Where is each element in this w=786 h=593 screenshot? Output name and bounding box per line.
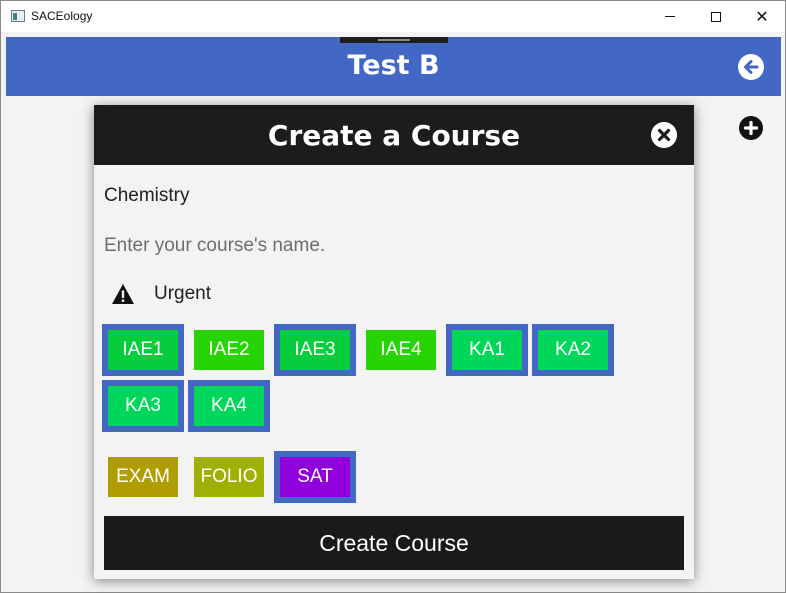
tag-iae3[interactable]: IAE3 bbox=[274, 324, 356, 376]
dialog-close-button[interactable] bbox=[651, 122, 677, 148]
maximize-icon bbox=[711, 11, 721, 22]
close-circle-icon bbox=[657, 128, 671, 142]
page-title: Test B bbox=[347, 50, 440, 81]
tag-ka1[interactable]: KA1 bbox=[446, 324, 528, 376]
plus-circle-icon bbox=[743, 120, 759, 136]
course-name-value[interactable]: Chemistry bbox=[104, 185, 190, 207]
drag-handle[interactable] bbox=[340, 37, 448, 43]
tag-folio[interactable]: FOLIO bbox=[194, 457, 264, 497]
add-button[interactable] bbox=[739, 116, 763, 140]
title-bar: SACEology ✕ bbox=[1, 1, 785, 32]
tag-exam[interactable]: EXAM bbox=[108, 457, 178, 497]
tag-ka4[interactable]: KA4 bbox=[188, 380, 270, 432]
urgent-toggle[interactable]: Urgent bbox=[111, 283, 211, 305]
tag-ka2[interactable]: KA2 bbox=[532, 324, 614, 376]
window-title: SACEology bbox=[31, 9, 93, 23]
tag-sat[interactable]: SAT bbox=[274, 451, 356, 503]
create-course-button[interactable]: Create Course bbox=[104, 516, 684, 570]
arrow-left-circle-icon bbox=[744, 60, 759, 74]
create-course-dialog: Create a Course Chemistry Enter your cou… bbox=[94, 105, 694, 579]
tag-iae4[interactable]: IAE4 bbox=[366, 330, 436, 370]
app-header: Test B bbox=[6, 37, 781, 96]
tag-ka3[interactable]: KA3 bbox=[102, 380, 184, 432]
close-window-button[interactable]: ✕ bbox=[739, 1, 785, 32]
close-icon: ✕ bbox=[755, 7, 769, 26]
dialog-header: Create a Course bbox=[94, 105, 694, 165]
minimize-icon bbox=[665, 16, 675, 17]
tag-iae1[interactable]: IAE1 bbox=[102, 324, 184, 376]
urgent-label: Urgent bbox=[154, 283, 212, 304]
dialog-title: Create a Course bbox=[267, 119, 521, 152]
back-button[interactable] bbox=[738, 54, 764, 80]
maximize-button[interactable] bbox=[693, 1, 739, 32]
app-icon bbox=[11, 10, 25, 22]
course-name-input[interactable]: Enter your course's name. bbox=[104, 235, 325, 257]
minimize-button[interactable] bbox=[647, 1, 693, 32]
app-window: SACEology ✕ Test B Create a Course Chemi… bbox=[0, 0, 786, 593]
warning-icon bbox=[112, 284, 134, 304]
tag-iae2[interactable]: IAE2 bbox=[194, 330, 264, 370]
